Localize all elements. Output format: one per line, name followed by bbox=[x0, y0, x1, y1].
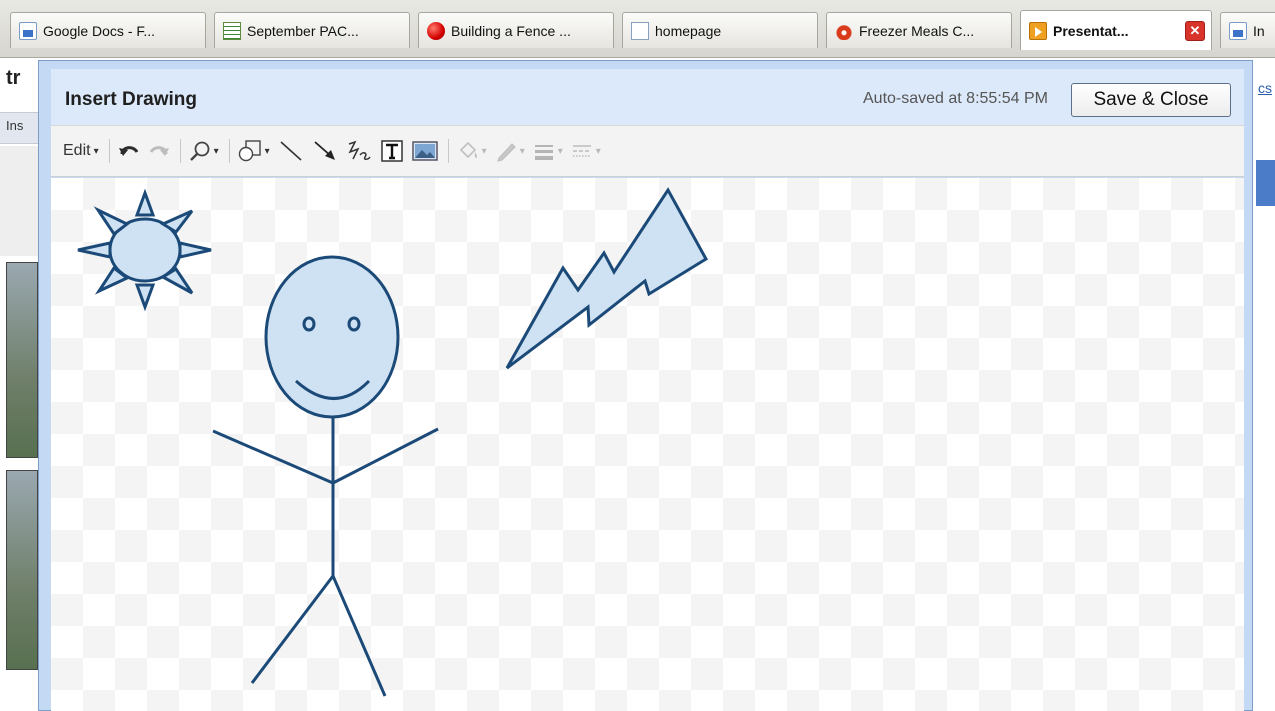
tab-presentation[interactable]: Presentat... ✕ bbox=[1020, 10, 1212, 50]
shape-menu[interactable]: ▾ bbox=[238, 136, 270, 166]
background-page-right bbox=[1252, 59, 1275, 711]
edit-menu[interactable]: Edit ▾ bbox=[63, 136, 99, 166]
dialog-title: Insert Drawing bbox=[65, 89, 197, 110]
redo-icon bbox=[149, 146, 169, 156]
presentation-icon bbox=[1029, 21, 1047, 40]
stick-figure-drawing[interactable] bbox=[212, 255, 439, 697]
sun-drawing[interactable] bbox=[77, 188, 212, 312]
image-tool[interactable] bbox=[411, 136, 438, 166]
line-icon bbox=[280, 141, 302, 161]
background-panel bbox=[0, 146, 38, 256]
zoom-icon bbox=[189, 141, 210, 161]
tab-label: Google Docs - F... bbox=[43, 22, 156, 39]
slide-thumbnail[interactable] bbox=[6, 470, 38, 670]
image-icon bbox=[411, 141, 438, 161]
shape-icon bbox=[238, 140, 261, 162]
tab-label: Freezer Meals C... bbox=[859, 22, 975, 39]
drawing-svg bbox=[77, 187, 709, 697]
textbox-tool[interactable] bbox=[380, 136, 404, 166]
chevron-down-icon: ▾ bbox=[213, 145, 219, 157]
tab-google-docs[interactable]: Google Docs - F... bbox=[10, 12, 206, 48]
toolbar-divider bbox=[228, 139, 230, 163]
chevron-down-icon: ▾ bbox=[595, 145, 601, 157]
toolbar-divider bbox=[179, 139, 181, 163]
textbox-icon bbox=[380, 140, 403, 162]
edit-menu-label: Edit bbox=[63, 142, 91, 159]
chevron-down-icon: ▾ bbox=[93, 145, 99, 157]
chevron-down-icon: ▾ bbox=[519, 145, 525, 157]
line-dash-menu[interactable]: ▾ bbox=[571, 136, 601, 166]
fill-color-icon bbox=[459, 141, 477, 159]
zoom-menu[interactable]: ▾ bbox=[189, 136, 219, 166]
tab-freezer-meals[interactable]: Freezer Meals C... bbox=[826, 12, 1012, 48]
browser-tab-bar: Google Docs - F... September PAC... Buil… bbox=[0, 0, 1275, 58]
chevron-down-icon: ▾ bbox=[264, 145, 270, 157]
dialog-header: Insert Drawing Auto-saved at 8:55:54 PM … bbox=[51, 69, 1244, 125]
spreadsheet-icon bbox=[223, 21, 241, 40]
drawing-canvas[interactable] bbox=[51, 178, 1244, 711]
tab-label: In bbox=[1253, 22, 1265, 39]
background-button-fragment bbox=[1256, 160, 1275, 206]
tab-label: Building a Fence ... bbox=[451, 22, 571, 39]
line-weight-icon bbox=[534, 145, 553, 160]
arrow-icon bbox=[314, 141, 335, 160]
background-link-fragment[interactable]: cs bbox=[1258, 80, 1272, 96]
redo-button[interactable] bbox=[148, 136, 170, 166]
tab-homepage[interactable]: homepage bbox=[622, 12, 818, 48]
tab-september-pac[interactable]: September PAC... bbox=[214, 12, 410, 48]
toolbar-divider bbox=[447, 139, 449, 163]
insert-drawing-dialog: Insert Drawing Auto-saved at 8:55:54 PM … bbox=[38, 60, 1253, 711]
scribble-icon bbox=[348, 140, 371, 160]
tab-overflow[interactable]: In bbox=[1220, 12, 1275, 48]
scribble-tool[interactable] bbox=[346, 136, 372, 166]
undo-icon bbox=[118, 146, 138, 156]
line-color-icon bbox=[496, 143, 516, 162]
tab-label: September PAC... bbox=[247, 22, 359, 39]
toolbar-divider bbox=[108, 139, 110, 163]
tab-building-a-fence[interactable]: Building a Fence ... bbox=[418, 12, 614, 48]
red-ball-icon bbox=[427, 21, 445, 40]
page-icon bbox=[631, 21, 649, 40]
flame-icon bbox=[835, 21, 853, 40]
google-docs-icon bbox=[19, 21, 37, 40]
drawing-toolbar: Edit ▾ ▾ ▾ ▾ ▾ ▾ ▾ bbox=[51, 125, 1244, 177]
autosave-status: Auto-saved at 8:55:54 PM bbox=[863, 90, 1048, 107]
fill-color-menu[interactable]: ▾ bbox=[457, 136, 487, 166]
save-and-close-button[interactable]: Save & Close bbox=[1071, 83, 1231, 117]
line-dash-icon bbox=[572, 145, 591, 157]
chevron-down-icon: ▾ bbox=[557, 145, 563, 157]
background-title-fragment: tr bbox=[6, 67, 21, 89]
tab-label: homepage bbox=[655, 22, 722, 39]
arrow-tool[interactable] bbox=[312, 136, 338, 166]
tab-label: Presentat... bbox=[1053, 22, 1129, 39]
background-insert-fragment: Ins bbox=[6, 118, 24, 133]
lightning-bolt-drawing[interactable] bbox=[505, 187, 709, 370]
line-color-menu[interactable]: ▾ bbox=[495, 136, 525, 166]
tab-close-icon[interactable]: ✕ bbox=[1185, 20, 1205, 41]
line-tool[interactable] bbox=[278, 136, 304, 166]
chevron-down-icon: ▾ bbox=[481, 145, 487, 157]
google-docs-icon bbox=[1229, 21, 1247, 40]
slide-thumbnail[interactable] bbox=[6, 262, 38, 458]
undo-button[interactable] bbox=[118, 136, 140, 166]
line-weight-menu[interactable]: ▾ bbox=[533, 136, 563, 166]
